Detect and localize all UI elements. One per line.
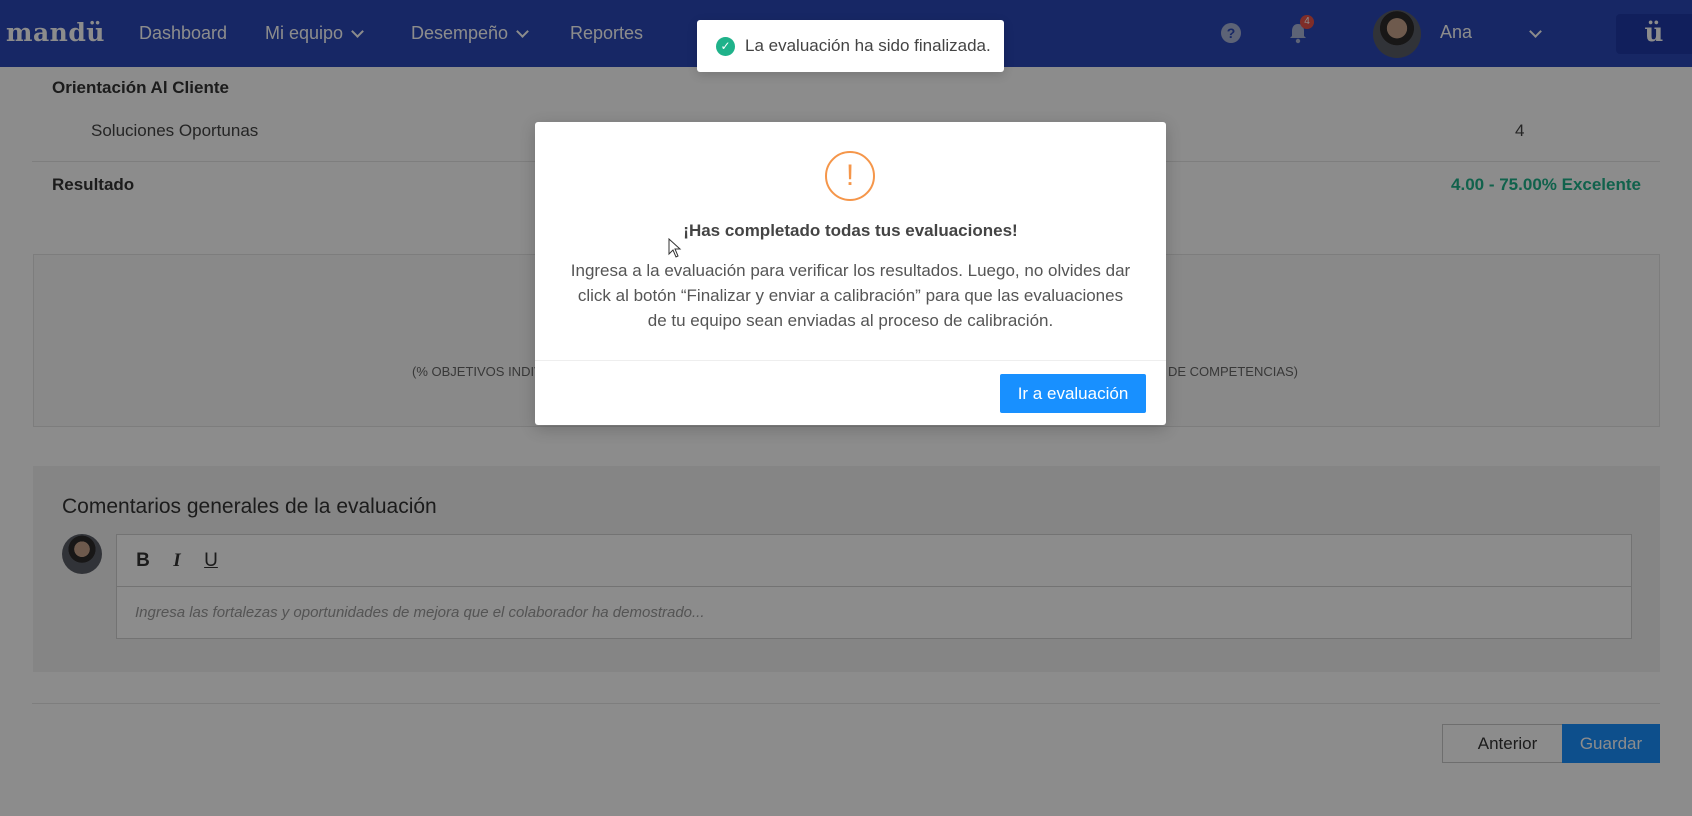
success-toast: ✓ La evaluación ha sido finalizada.: [697, 20, 1004, 72]
completion-dialog: ! ¡Has completado todas tus evaluaciones…: [535, 122, 1166, 425]
check-circle-icon: ✓: [716, 36, 735, 56]
exclamation-circle-icon: !: [825, 151, 875, 201]
dialog-title: ¡Has completado todas tus evaluaciones!: [683, 221, 1018, 240]
go-to-evaluation-button[interactable]: Ir a evaluación: [1000, 374, 1146, 413]
dialog-body: Ingresa a la evaluación para verificar l…: [570, 261, 1131, 330]
mouse-pointer-icon: [668, 238, 682, 258]
toast-message: La evaluación ha sido finalizada.: [745, 36, 991, 55]
divider: [535, 360, 1166, 361]
